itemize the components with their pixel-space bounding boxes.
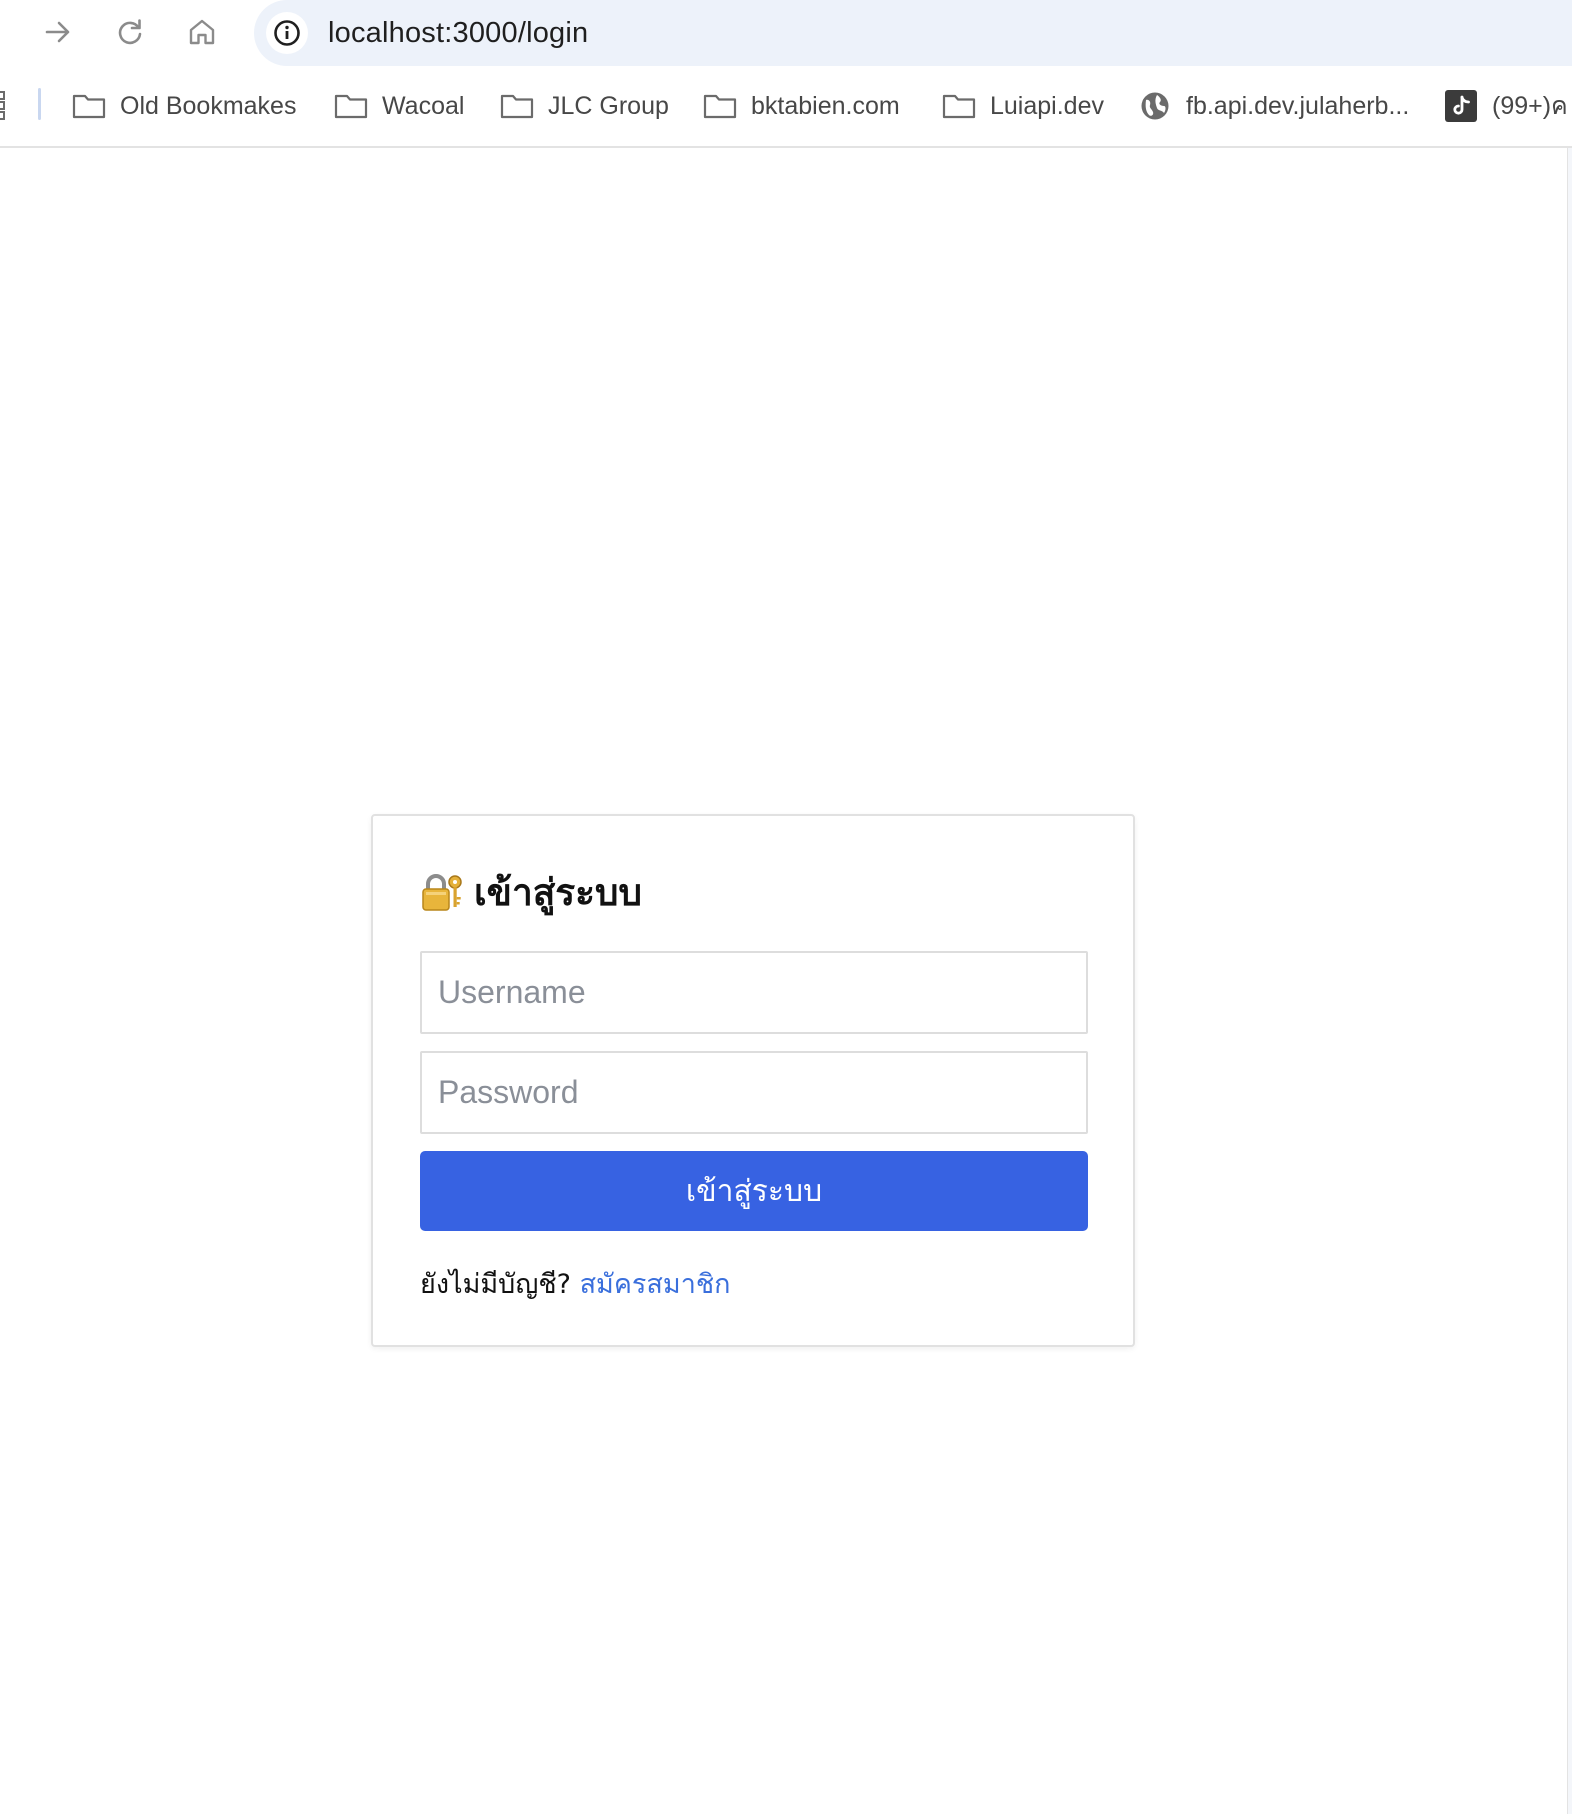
signup-link[interactable]: สมัครสมาชิก	[580, 1269, 731, 1300]
bookmark-label: Luiapi.dev	[990, 91, 1104, 120]
bookmark-label: Wacoal	[382, 91, 465, 120]
bookmark-label: Old Bookmakes	[120, 91, 297, 120]
bookmark-folder-old-bookmakes[interactable]: Old Bookmakes	[72, 66, 296, 146]
page-title: เข้าสู่ระบบ	[474, 870, 643, 914]
bookmark-folder-bktabien[interactable]: bktabien.com	[703, 66, 900, 146]
login-button[interactable]: เข้าสู่ระบบ	[420, 1151, 1088, 1231]
home-button[interactable]	[182, 12, 222, 52]
folder-icon	[942, 92, 976, 120]
bookmark-folder-jlc-group[interactable]: JLC Group	[500, 66, 669, 146]
bookmark-label: bktabien.com	[751, 91, 900, 120]
bookmark-tiktok[interactable]: (99+)ค	[1444, 66, 1568, 146]
signup-prompt-row: ยังไม่มีบัญชี? สมัครสมาชิก	[420, 1262, 731, 1305]
globe-icon	[1138, 92, 1172, 120]
bookmark-label: (99+)ค	[1492, 92, 1568, 120]
folder-icon	[72, 92, 106, 120]
browser-toolbar: localhost:3000/login	[0, 0, 1572, 66]
login-heading: เข้าสู่ระบบ	[420, 864, 642, 920]
info-icon	[274, 20, 300, 46]
bookmarks-bar: Old Bookmakes Wacoal JLC Group bktabien.…	[0, 66, 1572, 148]
apps-grid-icon[interactable]	[0, 90, 10, 120]
folder-icon	[500, 92, 534, 120]
password-input[interactable]	[420, 1051, 1088, 1134]
home-icon	[189, 19, 215, 45]
bookmarks-divider	[38, 88, 41, 120]
folder-icon	[334, 92, 368, 120]
login-card: เข้าสู่ระบบ เข้าสู่ระบบ ยังไม่มีบัญชี? ส…	[371, 814, 1135, 1347]
site-info-button[interactable]	[266, 12, 308, 54]
bookmark-label: JLC Group	[548, 91, 669, 120]
bookmark-folder-wacoal[interactable]: Wacoal	[334, 66, 464, 146]
forward-button[interactable]	[38, 12, 78, 52]
reload-icon	[118, 19, 142, 45]
page-scrollbar-track[interactable]	[1567, 148, 1572, 1814]
reload-button[interactable]	[110, 12, 150, 52]
bookmark-fb-api-dev[interactable]: fb.api.dev.julaherb...	[1138, 66, 1409, 146]
signup-prompt: ยังไม่มีบัญชี?	[420, 1269, 571, 1300]
tiktok-icon	[1444, 90, 1478, 122]
url-text[interactable]: localhost:3000/login	[328, 0, 588, 66]
folder-icon	[703, 92, 737, 120]
arrow-right-icon	[45, 21, 70, 43]
bookmark-label: fb.api.dev.julaherb...	[1186, 91, 1410, 120]
address-bar[interactable]: localhost:3000/login	[254, 0, 1572, 66]
bookmark-folder-luiapi[interactable]: Luiapi.dev	[942, 66, 1104, 146]
username-input[interactable]	[420, 951, 1088, 1034]
locked-with-key-icon	[422, 874, 462, 911]
